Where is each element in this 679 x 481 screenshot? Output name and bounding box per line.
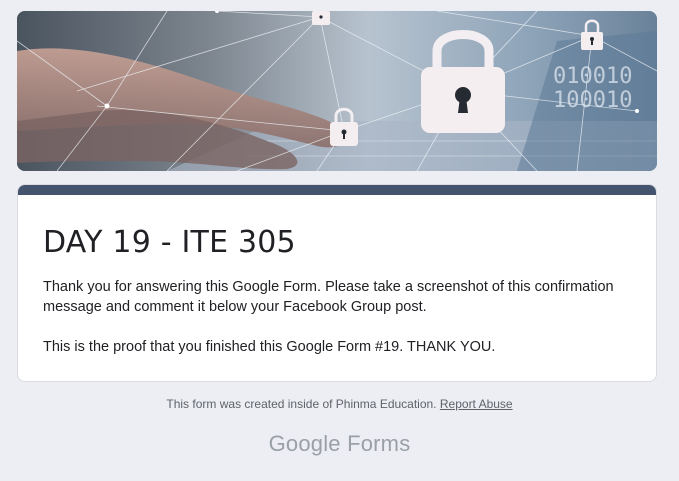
svg-text:010010: 010010 (553, 64, 632, 89)
svg-text:100010: 100010 (553, 88, 632, 113)
google-wordmark: Google (268, 431, 341, 456)
confirmation-message-line-1: Thank you for answering this Google Form… (43, 279, 614, 315)
form-confirmation-page: 010010 100010 DAY 19 - ITE 305 Thank you… (0, 0, 679, 481)
header-banner-image: 010010 100010 (17, 11, 657, 171)
confirmation-card: DAY 19 - ITE 305 Thank you for answering… (17, 184, 657, 382)
padlock-network-image: 010010 100010 (17, 11, 657, 171)
card-accent-bar (18, 185, 656, 195)
confirmation-message-line-2: This is the proof that you finished this… (43, 339, 496, 355)
report-abuse-link[interactable]: Report Abuse (440, 397, 513, 411)
confirmation-message: Thank you for answering this Google Form… (43, 277, 632, 357)
form-created-text: This form was created inside of Phinma E… (166, 397, 437, 411)
forms-wordmark: Forms (347, 431, 411, 456)
form-footer-note: This form was created inside of Phinma E… (0, 397, 679, 411)
google-forms-logo[interactable]: Google Forms (0, 431, 679, 457)
form-title: DAY 19 - ITE 305 (43, 225, 296, 260)
